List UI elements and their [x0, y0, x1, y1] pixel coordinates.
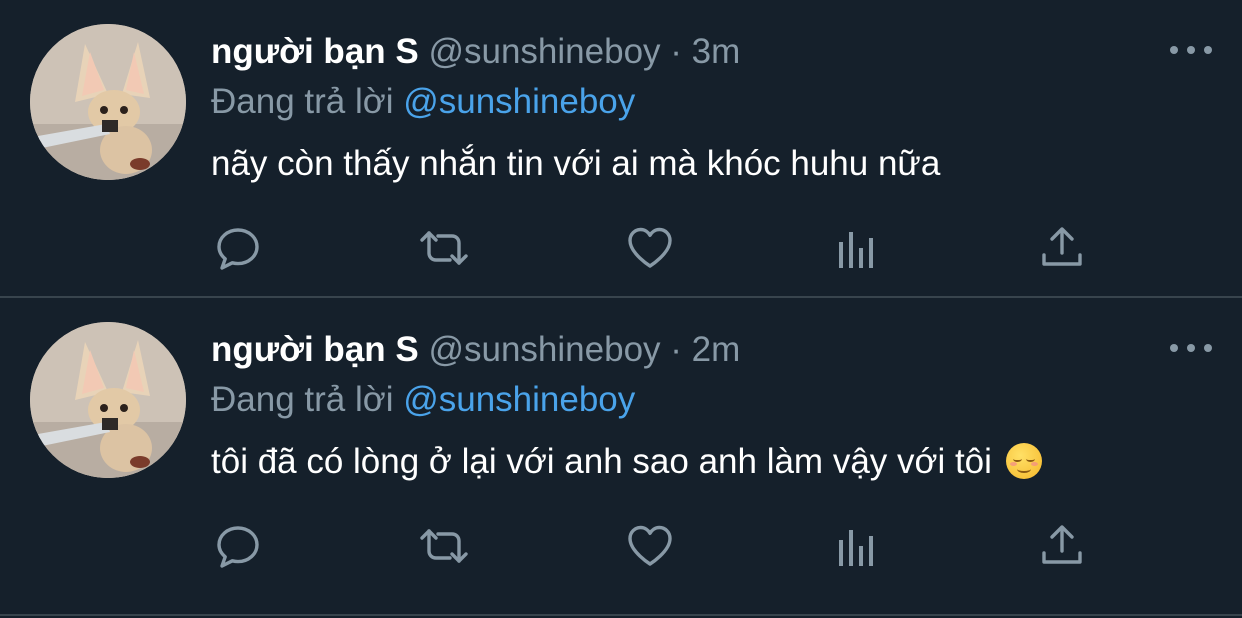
more-icon[interactable] [1170, 336, 1212, 360]
display-name[interactable]: người bạn S [211, 330, 419, 369]
tweet-header: người bạn S @sunshineboy · 2m [211, 328, 740, 372]
avatar-image [30, 24, 186, 180]
more-icon[interactable] [1170, 38, 1212, 62]
share-icon[interactable] [1036, 520, 1088, 572]
timestamp[interactable]: 3m [692, 32, 741, 71]
tweet-header: người bạn S @sunshineboy · 3m [211, 30, 740, 74]
retweet-icon[interactable] [418, 520, 470, 572]
tweet-text: nãy còn thấy nhắn tin với ai mà khóc huh… [211, 144, 941, 183]
mention-link[interactable]: @sunshineboy [403, 380, 635, 419]
action-bar [212, 520, 1092, 572]
mention-link[interactable]: @sunshineboy [403, 82, 635, 121]
like-icon[interactable] [624, 520, 676, 572]
tweet-text-body: tôi đã có lòng ở lại với anh sao anh làm… [211, 442, 992, 481]
avatar-image [30, 322, 186, 478]
timestamp[interactable]: 2m [692, 330, 741, 369]
retweet-icon[interactable] [418, 222, 470, 274]
replying-label: Đang trả lời [211, 380, 394, 419]
tweet-text: tôi đã có lòng ở lại với anh sao anh làm… [211, 440, 1042, 484]
reply-icon[interactable] [212, 222, 264, 274]
action-bar [212, 222, 1092, 274]
separator: · [670, 330, 682, 369]
separator: · [670, 32, 682, 71]
analytics-icon[interactable] [830, 222, 882, 274]
avatar[interactable] [30, 322, 186, 478]
replying-to: Đang trả lời @sunshineboy [211, 378, 635, 422]
tweet[interactable]: người bạn S @sunshineboy · 3m Đang trả l… [0, 0, 1242, 298]
reply-icon[interactable] [212, 520, 264, 572]
display-name[interactable]: người bạn S [211, 32, 419, 71]
tweet[interactable]: người bạn S @sunshineboy · 2m Đang trả l… [0, 298, 1242, 616]
user-handle[interactable]: @sunshineboy [428, 330, 660, 369]
replying-to: Đang trả lời @sunshineboy [211, 80, 635, 124]
analytics-icon[interactable] [830, 520, 882, 572]
user-handle[interactable]: @sunshineboy [428, 32, 660, 71]
like-icon[interactable] [624, 222, 676, 274]
avatar[interactable] [30, 24, 186, 180]
replying-label: Đang trả lời [211, 82, 394, 121]
smiling-face-icon [1005, 443, 1042, 479]
share-icon[interactable] [1036, 222, 1088, 274]
